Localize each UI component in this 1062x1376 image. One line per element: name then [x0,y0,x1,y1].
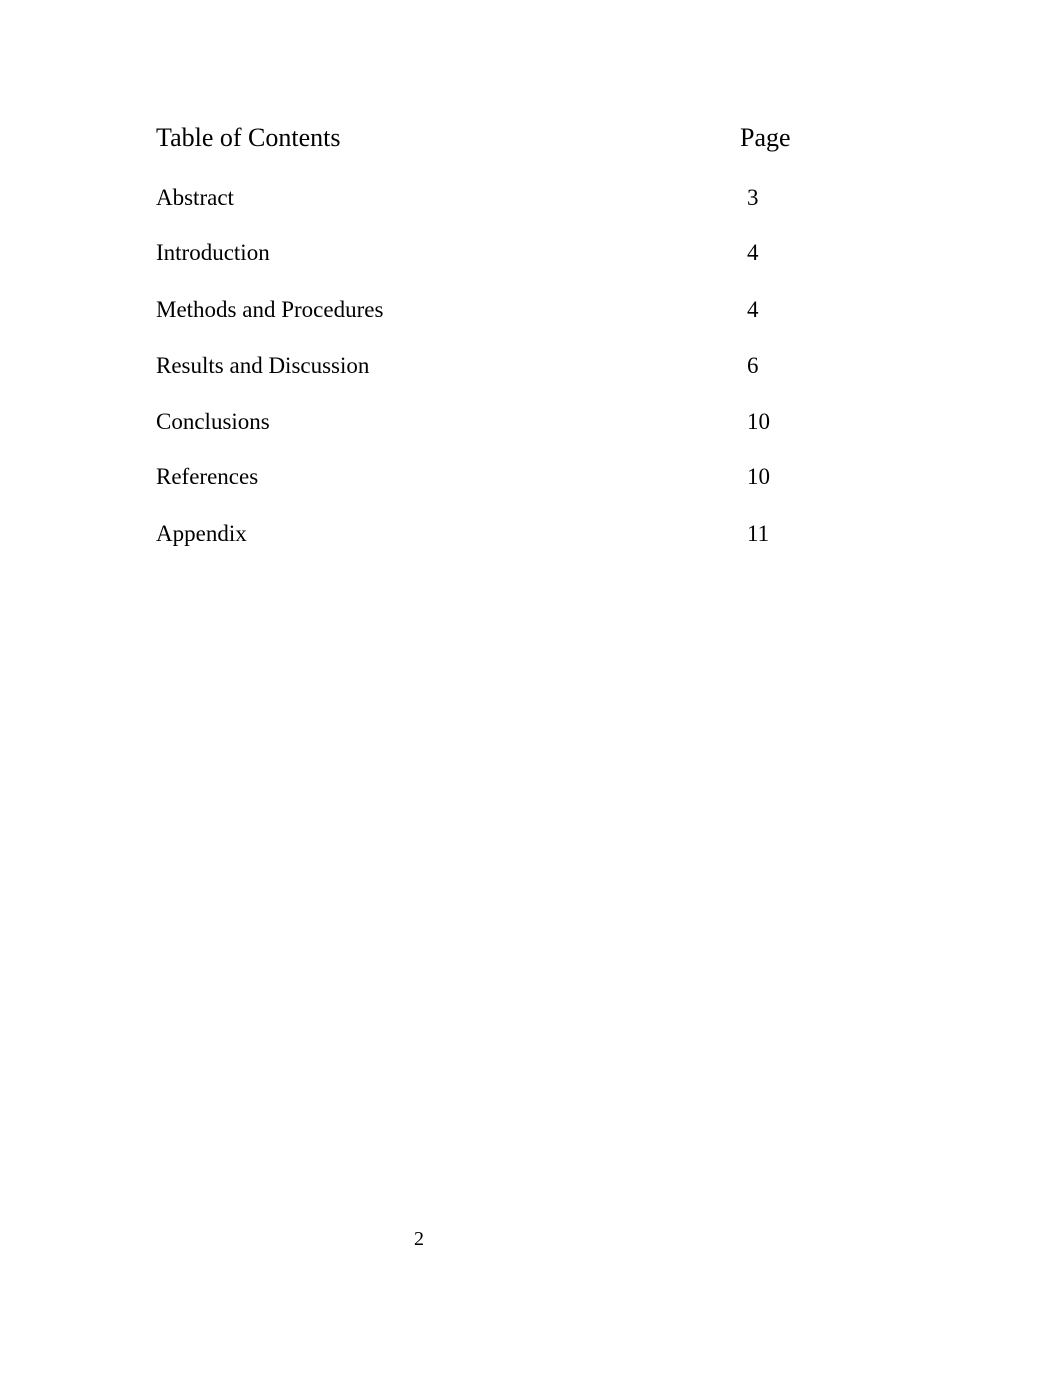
toc-entry-page: 6 [747,353,759,378]
toc-entry-title: References [156,464,259,489]
toc-entry-title: Results and Discussion [156,353,370,378]
page-number: 2 [414,1228,424,1250]
toc-entry: References 10 [0,462,1062,492]
toc-entry: Results and Discussion 6 [0,351,1062,381]
toc-entry: Methods and Procedures 4 [0,295,1062,325]
toc-entry: Abstract 3 [0,183,1062,213]
toc-entry-title: Introduction [156,240,270,265]
toc-entry: Conclusions 10 [0,407,1062,437]
toc-entry-title: Conclusions [156,409,270,434]
toc-entry-title: Methods and Procedures [156,297,384,322]
toc-entry-page: 4 [747,240,759,265]
toc-entry-title: Abstract [156,185,234,210]
toc-entry-page: 10 [747,409,770,434]
toc-entry-page: 10 [747,464,770,489]
toc-entry-page: 11 [747,521,770,546]
toc-entry-page: 4 [747,297,759,322]
toc-entry-title: Appendix [156,521,247,546]
toc-entry: Introduction 4 [0,238,1062,268]
toc-entry-page: 3 [747,185,759,210]
document-page: Table of Contents Page Abstract 3 Introd… [0,0,1062,1376]
toc-heading: Table of Contents [156,123,341,152]
toc-entry: Appendix 11 [0,519,1062,549]
toc-page-column-heading: Page [740,123,791,152]
